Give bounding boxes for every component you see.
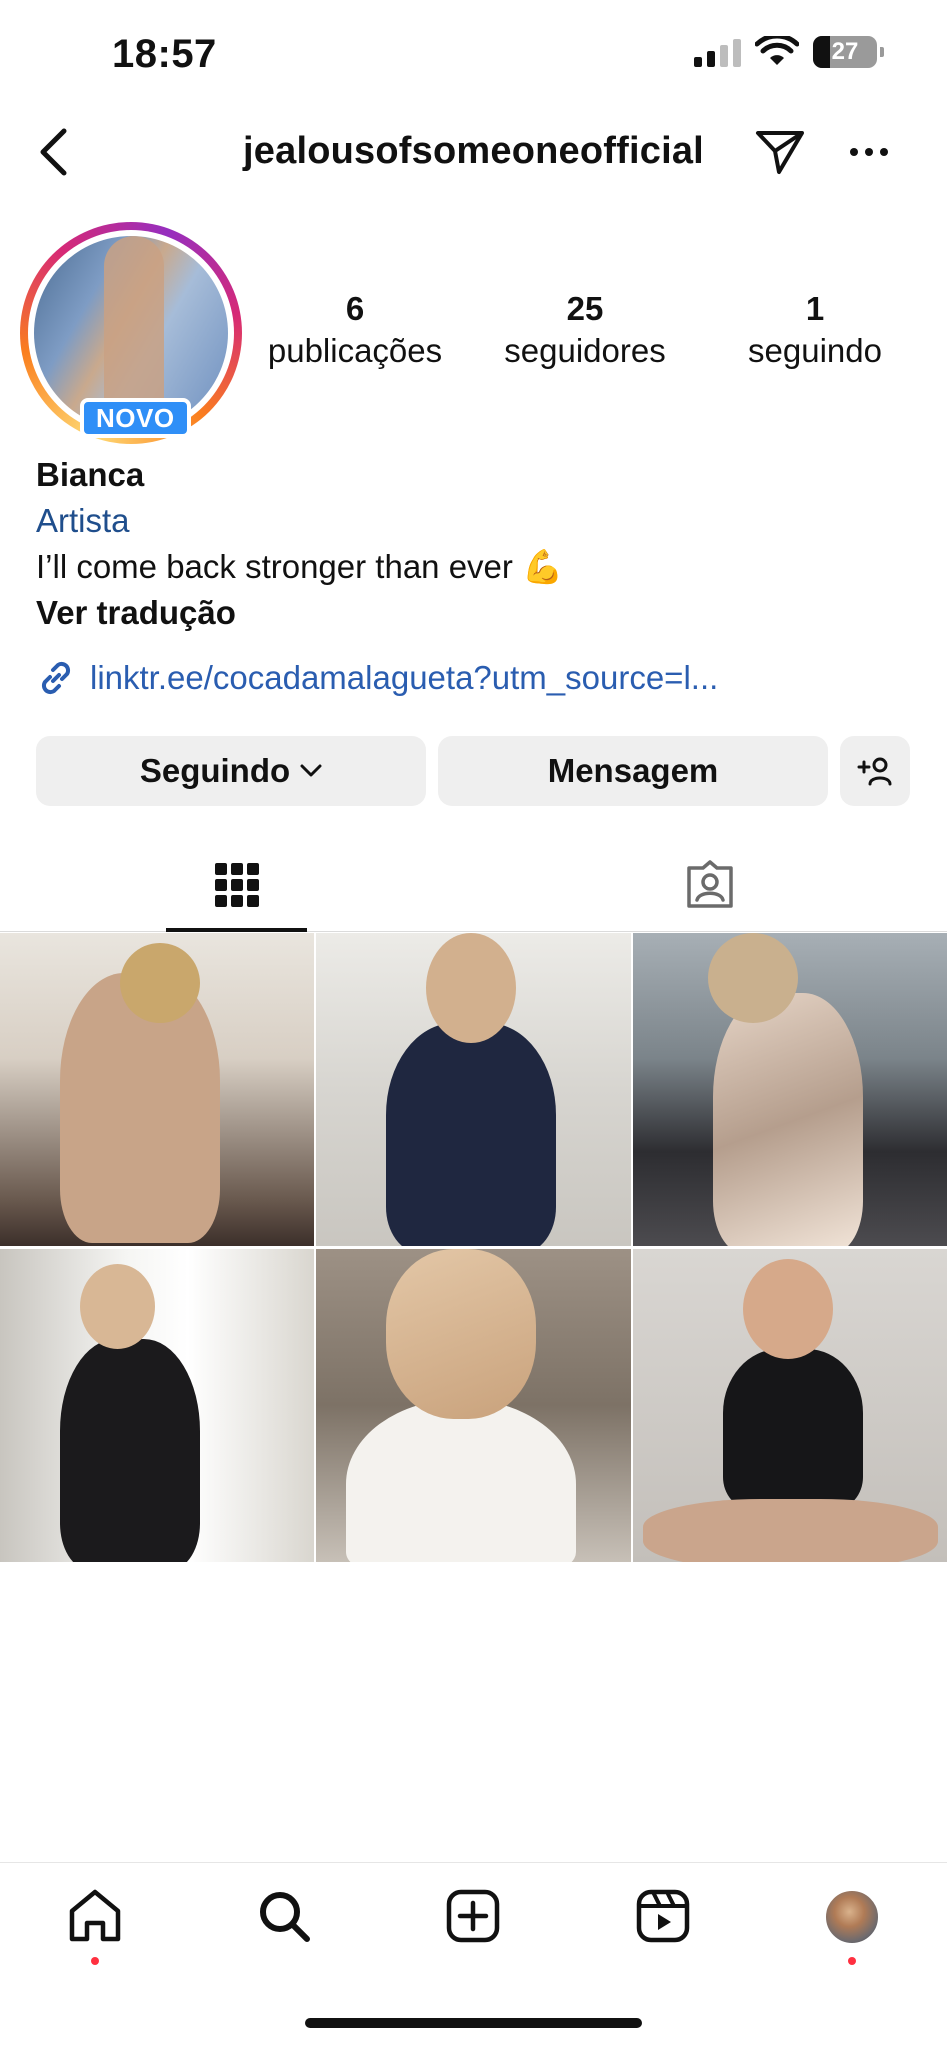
- post-thumbnail[interactable]: [0, 1249, 314, 1562]
- reels-icon: [636, 1889, 690, 1943]
- cellular-signal-icon: [694, 37, 741, 67]
- tagged-icon: [687, 859, 733, 908]
- profile-bio-text: I’ll come back stronger than ever 💪: [36, 548, 564, 585]
- profile-stats: 6 publicações 25 seguidores 1 seguindo: [240, 288, 930, 372]
- profile-name: Bianca: [36, 456, 145, 493]
- post-thumbnail[interactable]: [633, 933, 947, 1246]
- profile-tabs: [0, 838, 947, 932]
- battery-icon: 27: [813, 36, 884, 68]
- stat-followers-count: 25: [566, 290, 604, 327]
- message-button-label: Mensagem: [547, 752, 719, 789]
- link-icon: [41, 661, 71, 695]
- more-options-button[interactable]: [841, 125, 897, 179]
- status-time: 18:57: [112, 32, 217, 76]
- post-thumbnail[interactable]: [633, 1249, 947, 1562]
- stat-following-label: seguindo: [748, 332, 882, 369]
- profile-avatar-icon: [824, 1889, 881, 1945]
- nav-search[interactable]: [244, 1889, 324, 1969]
- see-translation-link[interactable]: Ver tradução: [36, 590, 916, 636]
- wifi-icon: [755, 36, 799, 65]
- profile-bio: Bianca Artista I’ll come back stronger t…: [36, 452, 916, 698]
- stat-posts-label: publicações: [267, 332, 443, 369]
- nav-home[interactable]: [55, 1889, 135, 1969]
- notification-dot: [90, 1957, 99, 1965]
- suggested-users-button[interactable]: [840, 736, 910, 806]
- profile-actions: Seguindo Mensagem: [36, 736, 912, 806]
- home-indicator: [305, 2018, 642, 2028]
- nav-reels[interactable]: [623, 1889, 703, 1969]
- grid-icon: [214, 862, 259, 907]
- stat-posts[interactable]: 6 publicações: [240, 288, 470, 372]
- nav-new-post[interactable]: [433, 1889, 513, 1969]
- profile-link[interactable]: linktr.ee/cocadamalagueta?utm_source=l..…: [36, 658, 916, 698]
- stat-followers[interactable]: 25 seguidores: [470, 288, 700, 372]
- following-button[interactable]: Seguindo: [36, 736, 426, 806]
- chevron-down-icon: [300, 764, 322, 777]
- paper-plane-icon: [756, 131, 804, 174]
- status-bar: 18:57 27: [0, 0, 947, 110]
- battery-fill: [813, 36, 831, 68]
- send-message-button[interactable]: [751, 125, 809, 179]
- stat-followers-label: seguidores: [504, 332, 666, 369]
- bottom-navigation: [0, 1862, 947, 1992]
- new-post-icon: [447, 1889, 500, 1943]
- nav-profile[interactable]: [812, 1889, 892, 1969]
- status-icons: 27: [694, 36, 884, 68]
- add-user-icon: [857, 757, 892, 786]
- home-icon: [69, 1889, 120, 1942]
- stat-posts-count: 6: [345, 290, 365, 327]
- battery-percent: 27: [831, 38, 859, 65]
- tab-tagged[interactable]: [474, 838, 947, 931]
- stat-following[interactable]: 1 seguindo: [700, 288, 930, 372]
- stat-following-count: 1: [805, 290, 825, 327]
- post-thumbnail[interactable]: [316, 1249, 631, 1562]
- message-button[interactable]: Mensagem: [438, 736, 828, 806]
- profile-header: jealousofsomeoneofficial: [0, 115, 947, 189]
- following-button-label: Seguindo: [139, 752, 291, 789]
- profile-link-text: linktr.ee/cocadamalagueta?utm_source=l..…: [90, 659, 719, 696]
- post-thumbnail[interactable]: [0, 933, 314, 1246]
- notification-dot: [848, 1957, 857, 1965]
- posts-grid: [0, 933, 947, 1562]
- new-story-badge: NOVO: [80, 398, 191, 438]
- tab-posts-grid[interactable]: [0, 838, 474, 932]
- post-thumbnail[interactable]: [316, 933, 631, 1246]
- profile-category: Artista: [36, 502, 130, 539]
- more-dots-icon: [850, 148, 888, 156]
- search-icon: [260, 1892, 311, 1942]
